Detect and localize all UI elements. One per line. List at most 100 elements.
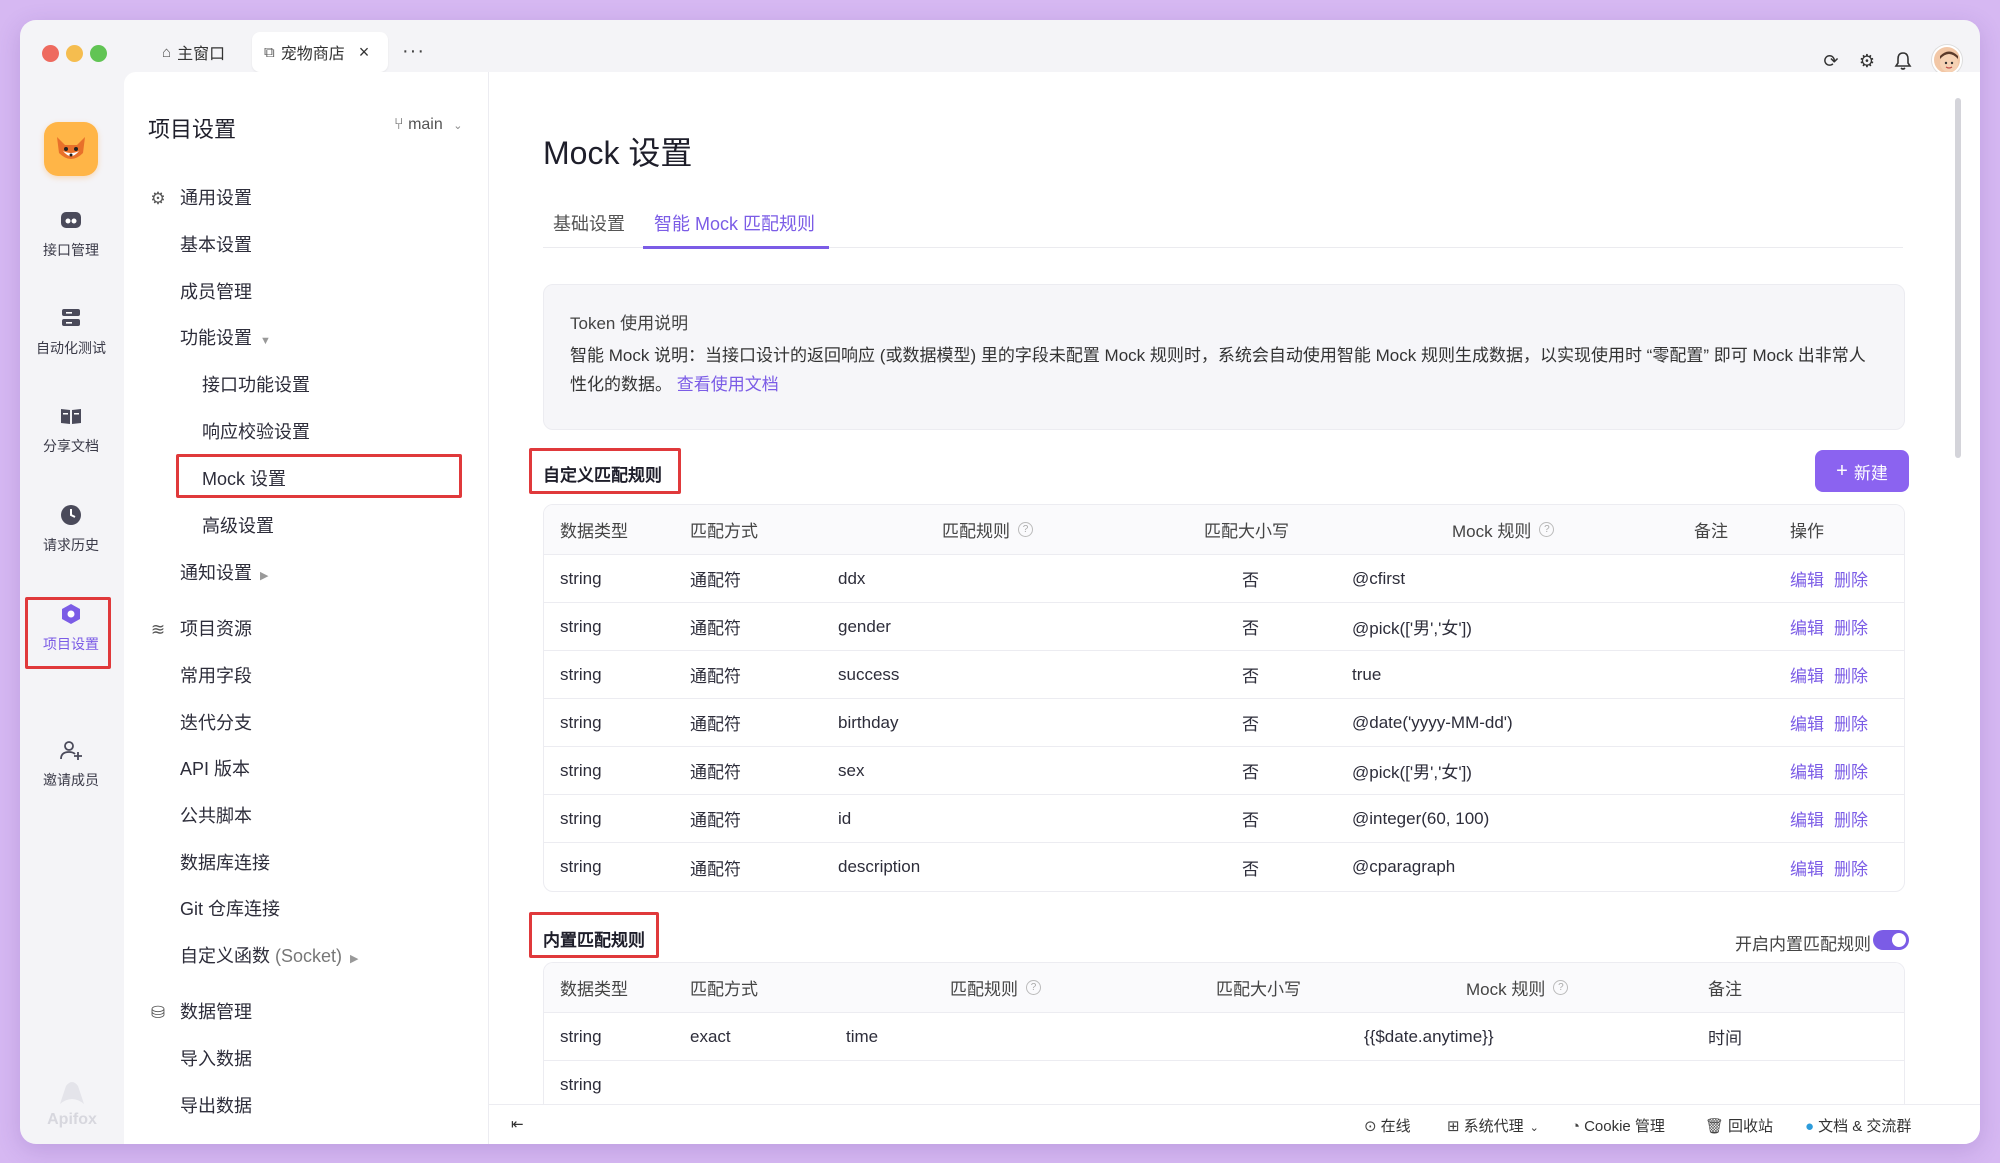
online-status[interactable]: ⊙ 在线 (1364, 1115, 1411, 1136)
new-rule-button[interactable]: + 新建 (1815, 450, 1909, 492)
rail-item-share-docs-label: 分享文档 (43, 438, 99, 454)
rail-item-invite[interactable]: 邀请成员 (20, 738, 122, 790)
nav-item-features[interactable]: 功能设置 ▼ (180, 324, 271, 350)
cell-mode: 通配符 (690, 811, 741, 830)
nav-item-advanced[interactable]: 高级设置 (202, 512, 274, 538)
more-tabs-button[interactable]: ··· (402, 40, 425, 63)
docs-label: 文档 & 交流群 (1818, 1118, 1912, 1135)
col-match-rule: 匹配规则? (950, 963, 1041, 1012)
cell-mode: 通配符 (690, 715, 741, 734)
nav-item-export[interactable]: 导出数据 (180, 1092, 252, 1118)
nav-basic-label: 基本设置 (180, 235, 252, 255)
help-icon[interactable]: ? (1553, 980, 1569, 995)
delete-link[interactable]: 删除 (1834, 710, 1868, 735)
maximize-window-button[interactable] (90, 45, 107, 62)
tab-smart-mock-rules[interactable]: 智能 Mock 匹配规则 (654, 210, 815, 236)
cell-case: 否 (1242, 619, 1259, 638)
nav-item-notify[interactable]: 通知设置 ▶ (180, 559, 268, 585)
minimize-window-button[interactable] (66, 45, 83, 62)
cell-mode: 通配符 (690, 619, 741, 638)
delete-link[interactable]: 删除 (1834, 855, 1868, 880)
close-tab-icon[interactable]: × (359, 42, 370, 63)
cell-note: 时间 (1708, 1029, 1742, 1048)
custom-table-body: string 通配符 ddx 否 @cfirst 编辑 删除 string 通配符 gender 否… (544, 555, 1904, 891)
help-icon[interactable]: ? (1026, 980, 1041, 995)
delete-link[interactable]: 删除 (1834, 566, 1868, 591)
trash-icon: 🗑 (1705, 1118, 1725, 1135)
delete-link[interactable]: 删除 (1834, 614, 1868, 639)
delete-link[interactable]: 删除 (1834, 806, 1868, 831)
trash-bin[interactable]: 🗑 回收站 (1705, 1115, 1773, 1136)
docs-link[interactable]: 查看使用文档 (677, 375, 779, 394)
branch-selector[interactable]: ⑂ main ⌄ (394, 116, 462, 134)
rail-item-api[interactable]: 接口管理 (20, 208, 122, 260)
nav-item-custom-func[interactable]: 自定义函数 (Socket) ▶ (180, 942, 359, 968)
active-tab-indicator (643, 246, 829, 249)
home-icon: ⌂ (162, 43, 172, 61)
edit-link[interactable]: 编辑 (1790, 662, 1824, 687)
rail-item-share-docs[interactable]: 分享文档 (20, 404, 122, 456)
help-icon[interactable]: ? (1018, 522, 1033, 537)
refresh-icon[interactable]: ⟳ (1820, 50, 1842, 72)
nav-item-api-features[interactable]: 接口功能设置 (202, 371, 310, 397)
brand-watermark: Apifox (42, 1080, 102, 1129)
nav-item-basic[interactable]: 基本设置 (180, 231, 252, 257)
close-window-button[interactable] (42, 45, 59, 62)
online-label: 在线 (1380, 1118, 1411, 1135)
tab-home[interactable]: ⌂ 主窗口 (150, 32, 237, 72)
table-row: string 通配符 success 否 true 编辑 删除 (544, 651, 1904, 699)
nav-group-general[interactable]: ⚙ 通用设置 (148, 184, 252, 210)
nav-features-label: 功能设置 (180, 328, 252, 348)
edit-link[interactable]: 编辑 (1790, 614, 1824, 639)
nav-custom-func-sub: (Socket) (275, 946, 343, 966)
brand-logo-icon (60, 1082, 84, 1104)
scrollbar[interactable] (1955, 98, 1961, 458)
nav-item-git-conn[interactable]: Git 仓库连接 (180, 895, 280, 921)
tab-basic-settings[interactable]: 基础设置 (553, 210, 625, 236)
col-note: 备注 (1708, 980, 1742, 999)
cell-mock: {{$date.anytime}} (1364, 1026, 1494, 1046)
book-icon (61, 409, 81, 424)
cell-mode: 通配符 (690, 571, 741, 590)
rail-item-history[interactable]: 请求历史 (20, 503, 122, 555)
delete-link[interactable]: 删除 (1834, 662, 1868, 687)
collapse-sidebar-icon[interactable]: ⇤ (511, 1115, 524, 1133)
bell-icon[interactable] (1892, 50, 1914, 72)
builtin-rules-toggle[interactable] (1873, 930, 1909, 950)
nav-item-iteration[interactable]: 迭代分支 (180, 709, 252, 735)
project-logo[interactable] (44, 122, 98, 176)
nav-item-api-version[interactable]: API 版本 (180, 755, 250, 781)
cell-type: string (560, 568, 602, 588)
external-link-icon: ⧉ (264, 43, 275, 61)
edit-link[interactable]: 编辑 (1790, 806, 1824, 831)
nav-item-members[interactable]: 成员管理 (180, 278, 252, 304)
caret-right-icon: ▶ (350, 953, 359, 965)
proxy-selector[interactable]: ⊞ 系统代理 ⌄ (1447, 1115, 1539, 1136)
nav-item-response-check[interactable]: 响应校验设置 (202, 418, 310, 444)
nav-group-data-mgmt[interactable]: ⛁ 数据管理 (148, 998, 252, 1024)
status-bar: ⇤ ⊙ 在线 ⊞ 系统代理 ⌄ ◔ Cookie 管理 🗑 回收站 ● 文档 & 交流群 (489, 1104, 1980, 1144)
tab-pet-store[interactable]: ⧉ 宠物商店 × (252, 32, 388, 72)
nav-item-db-conn[interactable]: 数据库连接 (180, 849, 270, 875)
edit-link[interactable]: 编辑 (1790, 758, 1824, 783)
highlight-box-mock-nav (176, 454, 462, 498)
main-content: Mock 设置 基础设置 智能 Mock 匹配规则 Token 使用说明 智能 … (489, 72, 1980, 1112)
gear-icon[interactable]: ⚙ (1856, 50, 1878, 72)
rail-item-auto-test[interactable]: 自动化测试 (20, 306, 122, 358)
docs-community[interactable]: ● 文档 & 交流群 (1805, 1115, 1911, 1136)
nav-group-resources[interactable]: ≋ 项目资源 (148, 615, 252, 641)
edit-link[interactable]: 编辑 (1790, 566, 1824, 591)
highlight-box-builtin-rules (529, 912, 659, 958)
help-icon[interactable]: ? (1539, 522, 1555, 537)
delete-link[interactable]: 删除 (1834, 758, 1868, 783)
cookie-manager[interactable]: ◔ Cookie 管理 (1571, 1115, 1665, 1136)
user-avatar[interactable] (1932, 45, 1962, 75)
nav-item-import[interactable]: 导入数据 (180, 1045, 252, 1071)
edit-link[interactable]: 编辑 (1790, 855, 1824, 880)
nav-public-script-label: 公共脚本 (180, 806, 252, 826)
edit-link[interactable]: 编辑 (1790, 710, 1824, 735)
nav-item-public-script[interactable]: 公共脚本 (180, 802, 252, 828)
nav-resources-label: 项目资源 (180, 619, 252, 639)
cell-mode: 通配符 (690, 763, 741, 782)
nav-item-common-fields[interactable]: 常用字段 (180, 662, 252, 688)
